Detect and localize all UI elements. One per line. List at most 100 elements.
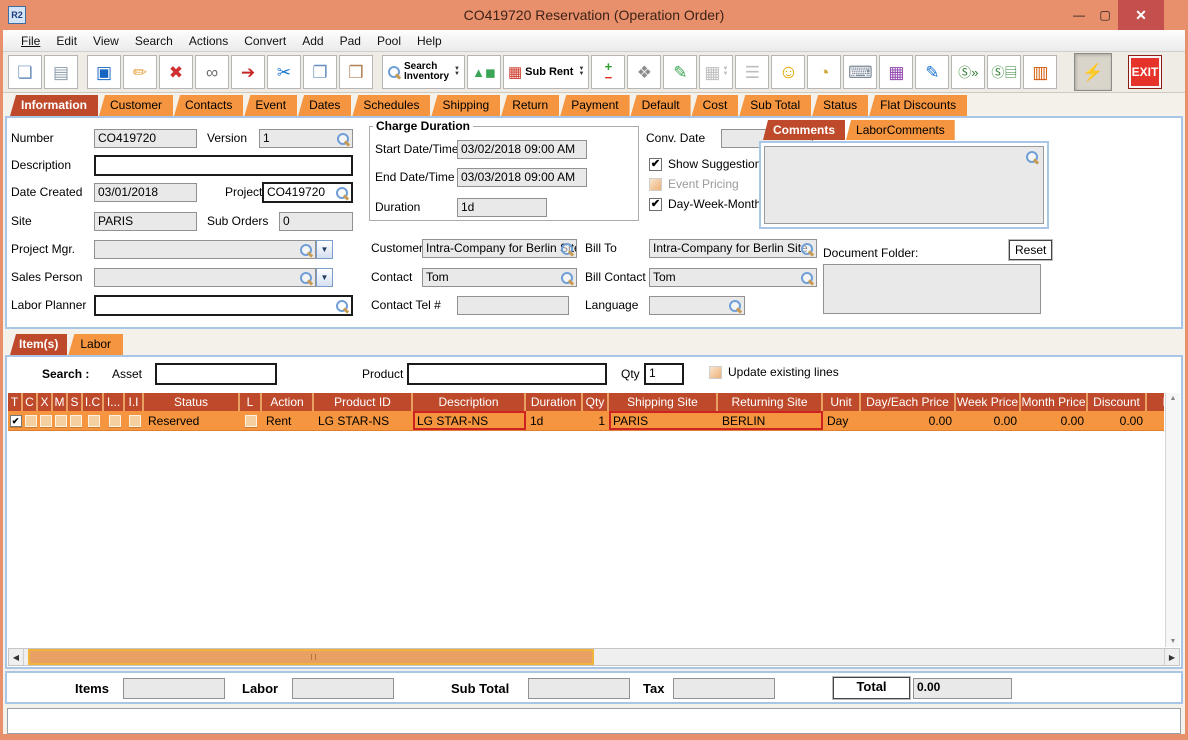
- unit-cell[interactable]: Day: [823, 411, 861, 430]
- total-button[interactable]: Total: [832, 676, 911, 700]
- tax-field[interactable]: [673, 678, 775, 699]
- tab-event[interactable]: Event: [244, 95, 298, 116]
- sub-total-field[interactable]: [528, 678, 630, 699]
- tab-cost[interactable]: Cost: [691, 95, 739, 116]
- document-folder-box[interactable]: [823, 264, 1041, 314]
- notes-button[interactable]: ✎: [663, 55, 698, 89]
- magnifier-icon[interactable]: [560, 242, 574, 256]
- copy-button[interactable]: ❐: [303, 55, 337, 89]
- edit-document-button[interactable]: ✎: [915, 55, 950, 89]
- row-s-cell[interactable]: [68, 411, 83, 430]
- tab-dates[interactable]: Dates: [298, 95, 352, 116]
- checkbox-icon[interactable]: [87, 414, 100, 427]
- col-description[interactable]: Description: [413, 393, 526, 411]
- menu-edit[interactable]: Edit: [48, 34, 85, 48]
- search-inventory-button[interactable]: Search Inventory ▼ ▼: [382, 55, 465, 89]
- bill-to-field[interactable]: Intra-Company for Berlin Site: [649, 239, 817, 258]
- tab-schedules[interactable]: Schedules: [352, 95, 431, 116]
- labor-planner-field[interactable]: [94, 295, 353, 316]
- edit-button[interactable]: ✏: [123, 55, 157, 89]
- tab-shipping[interactable]: Shipping: [431, 95, 501, 116]
- magnifier-icon[interactable]: [336, 132, 350, 146]
- col-ii[interactable]: I.I: [125, 393, 144, 411]
- menu-pad[interactable]: Pad: [332, 34, 369, 48]
- horizontal-scrollbar[interactable]: ◀ ▶: [8, 648, 1180, 666]
- scrollbar-thumb[interactable]: [28, 649, 594, 665]
- delete-button[interactable]: ✖: [159, 55, 193, 89]
- number-field[interactable]: CO419720: [94, 129, 197, 148]
- print-button[interactable]: ▤: [44, 55, 78, 89]
- month-price-cell[interactable]: 0.00: [1021, 411, 1088, 430]
- convert-document-button[interactable]: ➔: [231, 55, 265, 89]
- exit-button[interactable]: EXIT: [1128, 55, 1162, 89]
- dropdown-arrows-icon[interactable]: ▼ ▼: [452, 66, 460, 77]
- magnifier-icon[interactable]: [800, 271, 814, 285]
- version-field[interactable]: 1: [259, 129, 353, 148]
- update-existing-lines-checkbox[interactable]: [709, 366, 722, 379]
- qty-input[interactable]: 1: [644, 363, 684, 385]
- menu-pool[interactable]: Pool: [369, 34, 409, 48]
- start-datetime-field[interactable]: 03/02/2018 09:00 AM: [457, 140, 587, 159]
- magnifier-icon[interactable]: [560, 271, 574, 285]
- sub-rent-button[interactable]: ▦ Sub Rent ▼ ▼: [502, 55, 590, 89]
- col-status[interactable]: Status: [144, 393, 240, 411]
- col-duration[interactable]: Duration: [526, 393, 583, 411]
- status-cell[interactable]: Reserved: [144, 411, 240, 430]
- contact-tel-field[interactable]: [457, 296, 569, 315]
- tab-information[interactable]: Information: [10, 95, 98, 116]
- sub-orders-field[interactable]: 0: [279, 212, 353, 231]
- col-i[interactable]: I...: [104, 393, 125, 411]
- day-week-month-pricing-checkbox[interactable]: ✔: [649, 198, 662, 211]
- menu-add[interactable]: Add: [294, 34, 331, 48]
- col-unit[interactable]: Unit: [823, 393, 861, 411]
- scroll-down-icon[interactable]: ▼: [1170, 638, 1177, 645]
- col-l[interactable]: L: [240, 393, 262, 411]
- maximize-button[interactable]: ▢: [1092, 0, 1118, 30]
- quick-actions-button[interactable]: ⚡: [1074, 53, 1112, 91]
- availability-group-button[interactable]: ❖: [627, 55, 662, 89]
- magnifier-icon[interactable]: [335, 299, 349, 313]
- customer-service-button[interactable]: ☺: [771, 55, 806, 89]
- items-total-field[interactable]: [123, 678, 225, 699]
- magnifier-icon[interactable]: [299, 271, 313, 285]
- description-field[interactable]: [94, 155, 353, 176]
- row-m-cell[interactable]: [53, 411, 68, 430]
- product-catalog-button[interactable]: ▲◼: [466, 55, 501, 89]
- checkbox-icon[interactable]: [128, 414, 141, 427]
- col-day-each-price[interactable]: Day/Each Price: [861, 393, 956, 411]
- checkbox-icon[interactable]: [24, 414, 37, 427]
- col-qty[interactable]: Qty: [583, 393, 609, 411]
- new-order-button[interactable]: ❏: [8, 55, 42, 89]
- magnifier-icon[interactable]: [1025, 150, 1039, 164]
- tab-return[interactable]: Return: [501, 95, 560, 116]
- row-i-cell[interactable]: [104, 411, 125, 430]
- col-x[interactable]: X: [38, 393, 53, 411]
- asset-search-input[interactable]: [155, 363, 277, 385]
- show-suggestions-checkbox[interactable]: ✔: [649, 158, 662, 171]
- menu-actions[interactable]: Actions: [181, 34, 236, 48]
- duration-field[interactable]: 1d: [457, 198, 547, 217]
- scroll-up-icon[interactable]: ▲: [1170, 395, 1177, 402]
- row-c-cell[interactable]: [23, 411, 38, 430]
- returning-site-cell[interactable]: BERLIN: [718, 411, 823, 430]
- date-created-field[interactable]: 03/01/2018: [94, 183, 197, 202]
- discount-cell[interactable]: 0.00: [1088, 411, 1147, 430]
- tab-flat-discounts[interactable]: Flat Discounts: [869, 95, 968, 116]
- row-ic-cell[interactable]: [83, 411, 104, 430]
- end-datetime-field[interactable]: 03/03/2018 09:00 AM: [457, 168, 587, 187]
- description-cell[interactable]: LG STAR-NS: [413, 411, 526, 430]
- tab-comments[interactable]: Comments: [763, 120, 846, 140]
- paste-button[interactable]: ❒: [339, 55, 373, 89]
- close-button[interactable]: ✕: [1118, 0, 1164, 30]
- action-cell[interactable]: Rent: [262, 411, 314, 430]
- magnifier-icon[interactable]: [800, 242, 814, 256]
- col-month-price[interactable]: Month Price: [1021, 393, 1088, 411]
- project-mgr-field[interactable]: [94, 240, 316, 259]
- qty-cell[interactable]: 1: [583, 411, 609, 430]
- tab-labor-comments[interactable]: LaborComments: [846, 120, 955, 140]
- labor-total-field[interactable]: [292, 678, 394, 699]
- product-id-cell[interactable]: LG STAR-NS: [314, 411, 413, 430]
- col-c[interactable]: C: [23, 393, 38, 411]
- col-s[interactable]: S: [68, 393, 83, 411]
- tab-payment[interactable]: Payment: [560, 95, 630, 116]
